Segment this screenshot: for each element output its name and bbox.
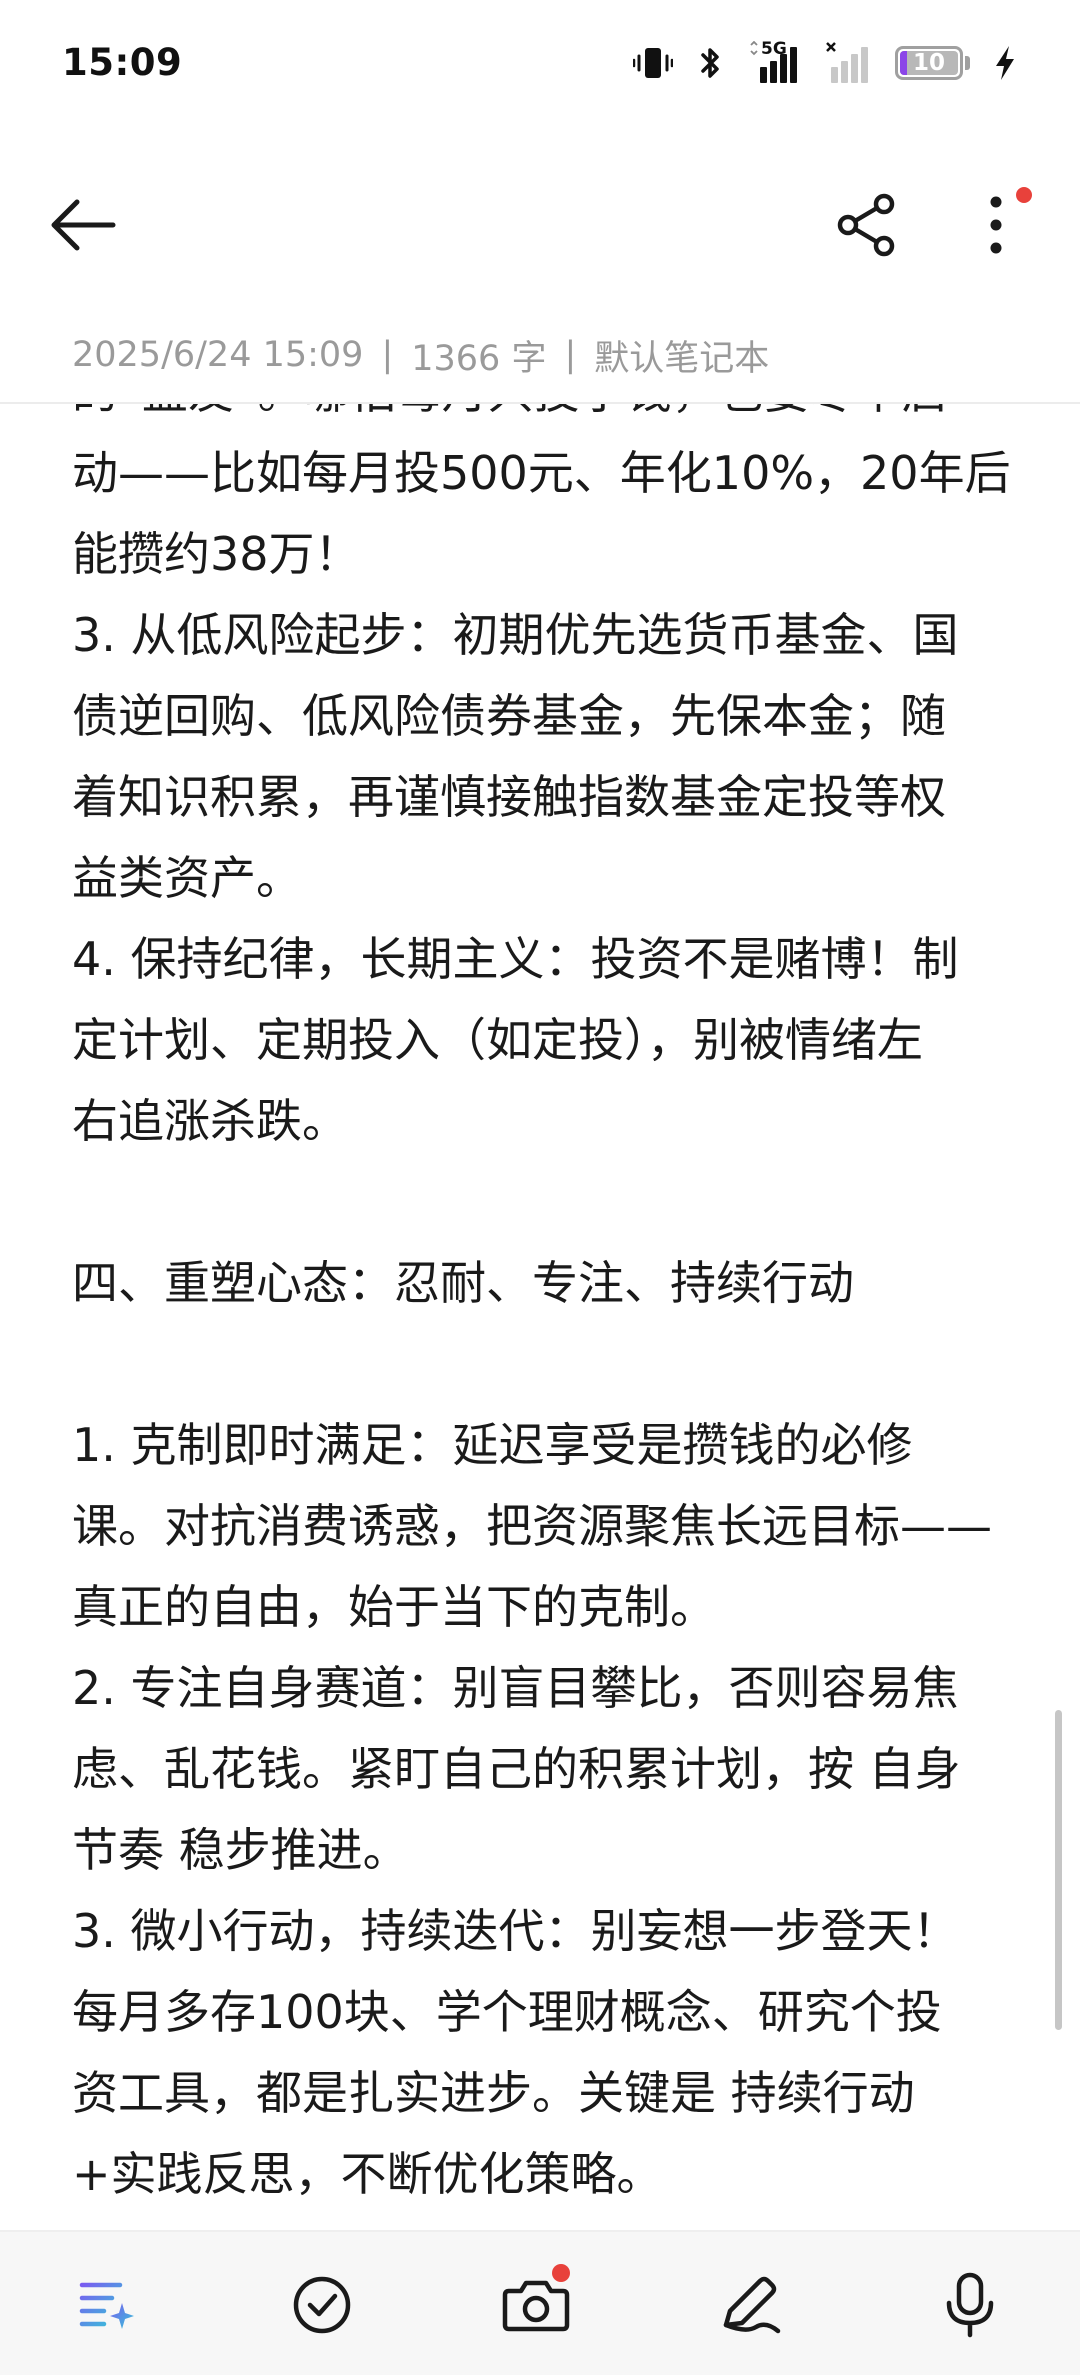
bluetooth-icon xyxy=(695,43,725,83)
note-line: 虑、乱花钱。紧盯自己的积累计划，按 自身 xyxy=(72,1742,961,1796)
note-body-viewport[interactable]: 的“益友”。哪怕每月只投小钱，也要尽早启动——比如每月投500元、年化10%，2… xyxy=(0,404,1080,2228)
note-line: 的“益友”。哪怕每月只投小钱，也要尽早启 xyxy=(72,404,1012,433)
note-line: 节奏 稳步推进。 xyxy=(72,1823,409,1877)
note-line: 债逆回购、低风险债券基金，先保本金；随 xyxy=(72,689,946,743)
checklist-icon xyxy=(293,2276,351,2333)
battery-indicator: 10 xyxy=(895,45,970,80)
scrollbar[interactable] xyxy=(1055,1710,1062,2030)
share-button[interactable] xyxy=(820,185,916,265)
note-line: 2. 专注自身赛道：别盲目攀比，否则容易焦 xyxy=(72,1661,959,1715)
status-bar: 15:09 5G 10 xyxy=(0,0,1080,125)
status-time: 15:09 xyxy=(62,41,183,84)
charging-icon xyxy=(992,43,1018,83)
more-button[interactable] xyxy=(960,185,1032,265)
back-button[interactable] xyxy=(38,185,128,265)
note-line: 4. 保持纪律，长期主义：投资不是赌博！制 xyxy=(72,932,959,986)
note-line: 定计划、定期投入（如定投），别被情绪左 xyxy=(72,1013,923,1067)
meta-separator: | xyxy=(564,335,577,375)
signal-no-sim-icon xyxy=(825,41,873,85)
camera-icon xyxy=(502,2280,570,2331)
note-line: 资工具，都是扎实进步。关键是 持续行动 xyxy=(72,2066,915,2120)
camera-button[interactable] xyxy=(476,2232,596,2377)
battery-icon: 10 xyxy=(895,45,963,80)
microphone-icon xyxy=(946,2272,994,2337)
note-line: 能攒约38万！ xyxy=(72,527,361,581)
note-line: 四、重塑心态：忍耐、专注、持续行动 xyxy=(72,1256,854,1310)
handwriting-button[interactable] xyxy=(690,2232,810,2377)
note-char-count: 1366 字 xyxy=(411,338,547,379)
handwriting-icon xyxy=(723,2276,781,2333)
note-line: 1. 克制即时满足：延迟享受是攒钱的必修 xyxy=(72,1418,913,1472)
note-line: +实践反思，不断优化策略。 xyxy=(72,2147,663,2201)
note-meta: 2025/6/24 15:09 | 1366 字 | 默认笔记本 xyxy=(72,330,769,380)
signal-5g-icon: 5G xyxy=(747,38,803,85)
note-line: 益类资产。 xyxy=(72,851,302,905)
bottom-toolbar xyxy=(0,2230,1080,2375)
note-blank-line xyxy=(72,1162,1012,1243)
notification-dot xyxy=(1016,187,1032,203)
vibrate-icon xyxy=(633,43,673,83)
note-line: 3. 微小行动，持续迭代：别妄想一步登天！ xyxy=(72,1904,959,1958)
note-body[interactable]: 的“益友”。哪怕每月只投小钱，也要尽早启动——比如每月投500元、年化10%，2… xyxy=(72,404,1012,2215)
meta-separator: | xyxy=(381,335,394,375)
ai-format-icon xyxy=(79,2282,134,2329)
format-button[interactable] xyxy=(48,2232,168,2377)
share-icon xyxy=(837,193,895,257)
note-line: 真正的自由，始于当下的克制。 xyxy=(72,1580,716,1634)
battery-level: 10 xyxy=(912,49,945,76)
note-datetime: 2025/6/24 15:09 xyxy=(72,335,364,375)
note-line: 3. 从低风险起步：初期优先选货币基金、国 xyxy=(72,608,959,662)
network-type-label: 5G xyxy=(761,38,787,59)
note-line: 动——比如每月投500元、年化10%，20年后 xyxy=(72,446,1011,500)
more-vertical-icon xyxy=(990,196,1002,254)
status-icons: 5G 10 xyxy=(633,38,1018,85)
note-line: 课。对抗消费诱惑，把资源聚焦长远目标—— xyxy=(72,1499,992,1553)
note-line: 每月多存100块、学个理财概念、研究个投 xyxy=(72,1985,942,2039)
note-line: 着知识积累，再谨慎接触指数基金定投等权 xyxy=(72,770,946,824)
arrow-left-icon xyxy=(51,199,116,251)
voice-button[interactable] xyxy=(910,2232,1030,2377)
note-line: 右追涨杀跌。 xyxy=(72,1094,348,1148)
checklist-button[interactable] xyxy=(262,2232,382,2377)
notebook-name[interactable]: 默认笔记本 xyxy=(594,330,769,381)
note-toolbar xyxy=(0,160,1080,290)
note-blank-line xyxy=(72,1324,1012,1405)
camera-notification-dot xyxy=(552,2264,570,2282)
